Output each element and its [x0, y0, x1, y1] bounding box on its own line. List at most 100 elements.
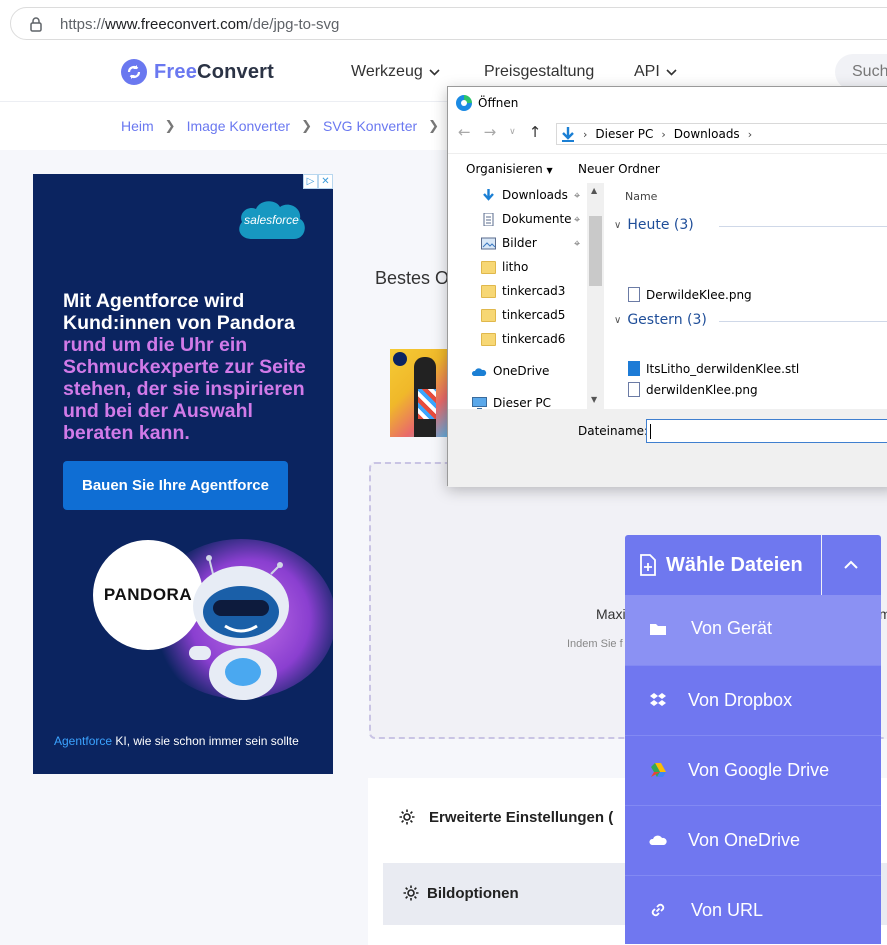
- navigation-pane: Downloads ⌖ Dokumente ⌖ Bilder ⌖ litho t…: [448, 183, 603, 410]
- menu-item-url[interactable]: Von URL: [625, 875, 881, 945]
- menu-item-google-drive[interactable]: Von Google Drive: [625, 735, 881, 805]
- nav-item-onedrive[interactable]: OneDrive: [472, 361, 549, 381]
- file-list: Name ∨ Heute (3) DerwildeKlee.png ∨ Gest…: [608, 183, 887, 409]
- breadcrumb-image-converter[interactable]: Image Konverter: [187, 118, 291, 134]
- filename-input[interactable]: [646, 419, 887, 443]
- nav-item-downloads[interactable]: Downloads: [481, 185, 568, 205]
- download-arrow-icon: [483, 188, 494, 201]
- google-drive-icon: [651, 763, 666, 777]
- url-text: https://www.freeconvert.com/de/jpg-to-sv…: [60, 16, 340, 33]
- file-item[interactable]: derwildenKlee.png: [628, 382, 758, 397]
- scrollbar-thumb[interactable]: [589, 216, 602, 286]
- path-segment[interactable]: Dieser PC: [595, 127, 653, 141]
- path-bar[interactable]: › Dieser PC › Downloads ›: [556, 123, 887, 145]
- nav-preisgestaltung[interactable]: Preisgestaltung: [484, 63, 594, 81]
- recent-dropdown-icon[interactable]: ∨: [509, 127, 516, 137]
- chevron-right-icon: ›: [661, 127, 666, 141]
- choose-files-button[interactable]: Wähle Dateien: [625, 535, 821, 595]
- chevron-right-icon: ❯: [164, 118, 176, 133]
- back-arrow-icon[interactable]: ←: [458, 123, 471, 141]
- menu-item-onedrive[interactable]: Von OneDrive: [625, 805, 881, 875]
- chevron-down-icon: ∨: [614, 219, 622, 231]
- address-bar[interactable]: https://www.freeconvert.com/de/jpg-to-sv…: [10, 7, 887, 40]
- navigation-scrollbar[interactable]: ▲ ▼: [587, 183, 604, 409]
- file-item[interactable]: ItsLitho_derwildenKlee.stl: [628, 361, 799, 376]
- file-item[interactable]: DerwildeKlee.png: [628, 287, 752, 302]
- nav-label: Preisgestaltung: [484, 63, 595, 80]
- upload-options-toggle[interactable]: [822, 535, 881, 595]
- caret-down-icon: ▼: [546, 166, 553, 175]
- dropbox-icon: [650, 693, 666, 706]
- nav-item-folder[interactable]: tinkercad6: [481, 329, 565, 349]
- filename-label: Dateiname:: [578, 424, 649, 438]
- new-folder-button[interactable]: Neuer Ordner: [578, 162, 660, 176]
- image-file-icon: [628, 382, 640, 397]
- shirt-pattern: [418, 389, 436, 419]
- nav-item-pictures[interactable]: Bilder: [481, 233, 537, 253]
- close-icon[interactable]: ✕: [318, 174, 333, 189]
- onedrive-icon: [472, 367, 487, 376]
- salesforce-logo: salesforce: [234, 195, 309, 247]
- ad-headline: Mit Agentforce wird Kund:innen von Pando…: [63, 290, 306, 444]
- nav-werkzeug[interactable]: Werkzeug: [351, 63, 440, 81]
- gear-icon: [403, 885, 419, 901]
- download-arrow-icon: [562, 127, 574, 142]
- nav-item-folder[interactable]: litho: [481, 257, 528, 277]
- ad-cta-button[interactable]: Bauen Sie Ihre Agentforce: [63, 461, 288, 510]
- dropzone-max-text: Maxi: [596, 606, 626, 622]
- breadcrumb-home[interactable]: Heim: [121, 118, 154, 134]
- column-header-name[interactable]: Name: [625, 190, 657, 203]
- image-file-icon: [628, 287, 640, 302]
- nav-item-documents[interactable]: Dokumente: [481, 209, 572, 229]
- upload-source-menu: Von Gerät Von Dropbox Von Google Drive V…: [625, 595, 881, 944]
- edge-browser-icon: [456, 95, 472, 111]
- up-arrow-icon[interactable]: ↑: [529, 123, 542, 141]
- logo-text: FreeConvert: [154, 60, 275, 83]
- chevron-right-icon: ❯: [301, 118, 312, 133]
- chevron-down-icon: [666, 68, 677, 76]
- group-header[interactable]: ∨ Heute (3): [614, 217, 887, 233]
- chevron-right-icon: ›: [747, 127, 753, 141]
- gear-icon: [399, 809, 415, 825]
- link-icon: [651, 903, 665, 917]
- path-segment[interactable]: Downloads: [674, 127, 740, 141]
- robot-mascot-icon: [189, 555, 289, 700]
- scroll-down-icon[interactable]: ▼: [591, 395, 597, 404]
- ad-choices[interactable]: ▷ ✕: [303, 174, 333, 189]
- search-input[interactable]: Such: [835, 54, 887, 90]
- file-add-icon: [640, 554, 656, 576]
- breadcrumb-svg-converter[interactable]: SVG Konverter: [323, 118, 417, 134]
- onedrive-icon: [649, 835, 667, 845]
- scroll-up-icon[interactable]: ▲: [591, 186, 597, 195]
- nav-item-folder[interactable]: tinkercad3: [481, 281, 565, 301]
- menu-item-dropbox[interactable]: Von Dropbox: [625, 665, 881, 735]
- group-header[interactable]: ∨ Gestern (3): [614, 312, 887, 328]
- dropzone-terms-text: Indem Sie f: [567, 638, 623, 650]
- ad-footer: Agentforce KI, wie sie schon immer sein …: [54, 734, 299, 748]
- freeconvert-logo[interactable]: FreeConvert: [121, 59, 274, 85]
- folder-icon: [650, 624, 666, 635]
- nav-label: Werkzeug: [351, 63, 423, 80]
- dialog-toolbar: Organisieren ▼ Neuer Ordner: [448, 153, 887, 183]
- file-open-dialog: Öffnen ← → ∨ ↑ › Dieser PC › Downloads ›…: [447, 86, 887, 487]
- advanced-settings-toggle[interactable]: Erweiterte Einstellungen (: [398, 808, 613, 826]
- organize-button[interactable]: Organisieren ▼: [466, 162, 553, 176]
- pictures-icon: [481, 237, 496, 249]
- nav-api[interactable]: API: [634, 63, 677, 81]
- pin-icon: ⌖: [574, 237, 581, 250]
- forward-arrow-icon[interactable]: →: [484, 123, 497, 141]
- advertisement[interactable]: ▷ ✕ salesforce Mit Agentforce wird Kund:…: [33, 174, 333, 774]
- section-title: Bestes O: [375, 268, 450, 288]
- lock-icon: [30, 17, 42, 32]
- computer-icon: [472, 396, 487, 410]
- pin-icon: ⌖: [574, 189, 581, 202]
- nav-label: API: [634, 63, 660, 80]
- dialog-filename-area: Dateiname:: [448, 409, 887, 487]
- menu-item-device[interactable]: Von Gerät: [625, 595, 881, 665]
- adchoices-icon[interactable]: ▷: [303, 174, 318, 189]
- nav-item-folder[interactable]: tinkercad5: [481, 305, 565, 325]
- chevron-up-icon: [844, 560, 858, 569]
- ad-thumbnail[interactable]: [390, 349, 450, 437]
- advanced-settings-label: Erweiterte Einstellungen (: [429, 808, 614, 826]
- text-caret: [650, 424, 651, 439]
